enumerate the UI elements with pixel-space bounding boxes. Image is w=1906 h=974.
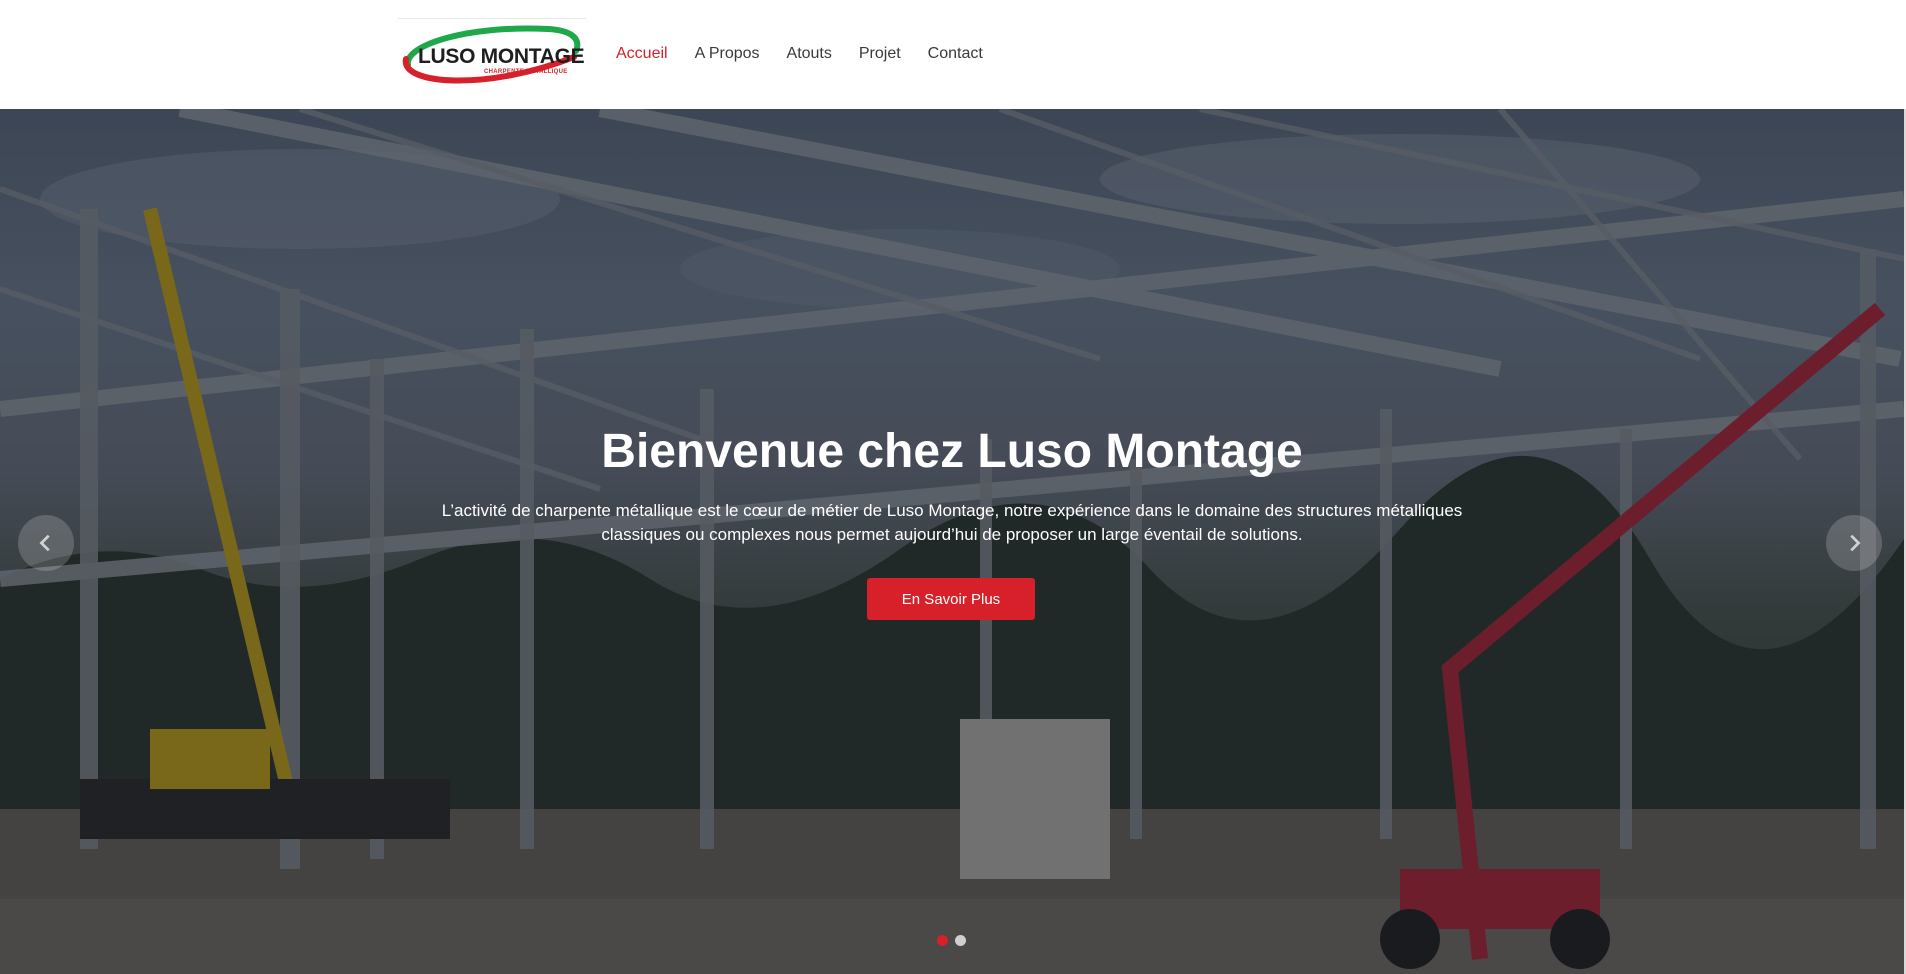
carousel-prev-button[interactable] bbox=[18, 515, 74, 571]
nav-item-projet[interactable]: Projet bbox=[859, 42, 901, 66]
carousel-indicators bbox=[937, 935, 966, 946]
nav-item-atouts[interactable]: Atouts bbox=[787, 42, 832, 66]
main-nav: Accueil A Propos Atouts Projet Contact bbox=[616, 42, 1010, 66]
logo-wordmark: LUSO MONTAGE bbox=[418, 45, 585, 68]
carousel-dot-1[interactable] bbox=[937, 935, 948, 946]
nav-item-contact[interactable]: Contact bbox=[928, 42, 983, 66]
chevron-left-icon bbox=[39, 534, 50, 552]
hero-title: Bienvenue chez Luso Montage bbox=[601, 425, 1303, 478]
nav-item-accueil[interactable]: Accueil bbox=[616, 42, 668, 66]
carousel-next-button[interactable] bbox=[1826, 515, 1882, 571]
carousel-dot-2[interactable] bbox=[955, 935, 966, 946]
site-header: LUSO MONTAGE CHARPENTE METALLIQUE Accuei… bbox=[0, 0, 1906, 109]
chevron-right-icon bbox=[1850, 534, 1861, 552]
learn-more-button[interactable]: En Savoir Plus bbox=[867, 578, 1035, 620]
brand-logo[interactable]: LUSO MONTAGE CHARPENTE METALLIQUE bbox=[398, 18, 586, 88]
nav-item-a-propos[interactable]: A Propos bbox=[695, 42, 760, 66]
hero-carousel: Bienvenue chez Luso Montage L’activité d… bbox=[0, 109, 1904, 974]
logo-tagline: CHARPENTE METALLIQUE bbox=[484, 69, 568, 75]
hero-description: L’activité de charpente métallique est l… bbox=[441, 501, 1463, 544]
